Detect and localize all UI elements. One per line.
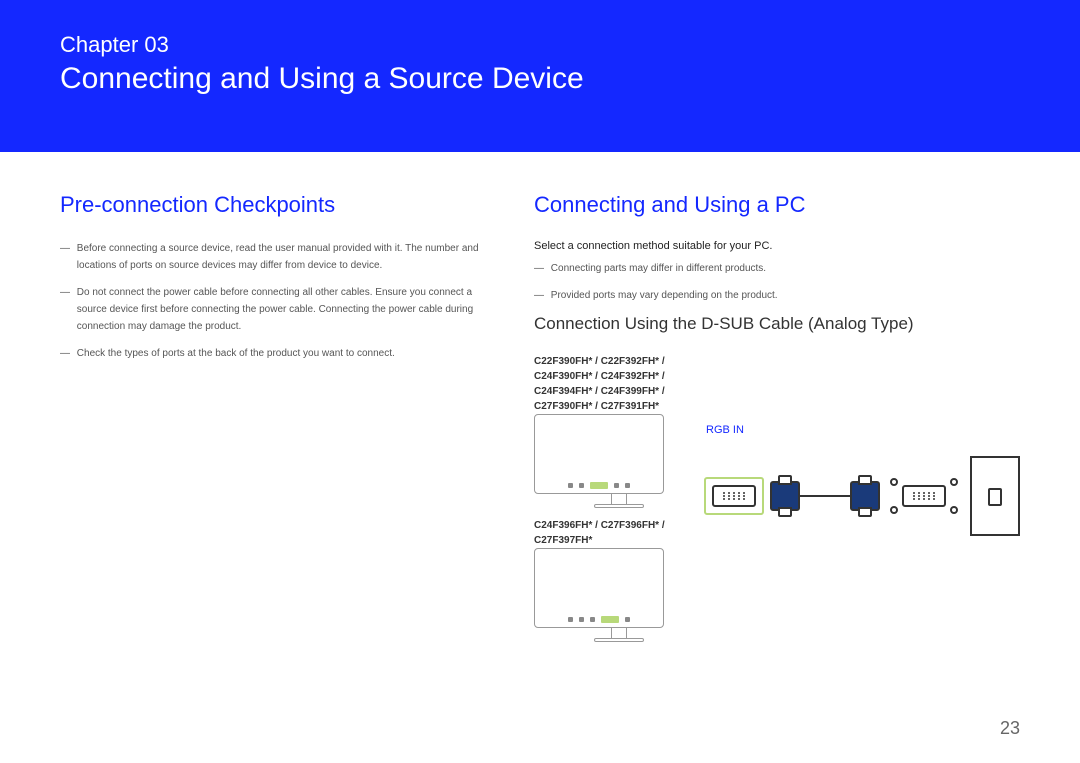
note-text: Do not connect the power cable before co… bbox=[77, 284, 501, 335]
note-item: ― Do not connect the power cable before … bbox=[60, 284, 504, 335]
cable-diagram: RGB IN bbox=[704, 424, 1020, 536]
monitor-illustration bbox=[534, 548, 704, 642]
note-text: Connecting parts may differ in different… bbox=[551, 260, 1017, 277]
pre-connection-heading: Pre-connection Checkpoints bbox=[60, 192, 504, 218]
content-area: Pre-connection Checkpoints ― Before conn… bbox=[0, 152, 1080, 652]
model-list-1: C22F390FH* / C22F392FH* / C24F390FH* / C… bbox=[534, 354, 704, 414]
dsub-plug-icon bbox=[850, 481, 880, 511]
cable-line bbox=[800, 495, 850, 497]
dash-icon: ― bbox=[60, 345, 74, 362]
highlighted-port bbox=[601, 616, 619, 623]
chapter-label: Chapter 03 bbox=[60, 32, 1020, 58]
lead-text: Select a connection method suitable for … bbox=[534, 240, 1020, 252]
rgb-port-icon bbox=[704, 477, 764, 515]
chapter-title: Connecting and Using a Source Device bbox=[60, 62, 1020, 96]
page-number: 23 bbox=[1000, 718, 1020, 739]
highlighted-port bbox=[590, 482, 608, 489]
dsub-subheading: Connection Using the D-SUB Cable (Analog… bbox=[534, 314, 1020, 334]
pc-port-icon bbox=[902, 485, 946, 507]
model-list-2: C24F396FH* / C27F396FH* / C27F397FH* bbox=[534, 518, 704, 548]
left-column: Pre-connection Checkpoints ― Before conn… bbox=[60, 192, 534, 652]
screw-icon bbox=[950, 478, 958, 514]
connecting-pc-heading: Connecting and Using a PC bbox=[534, 192, 1020, 218]
dash-icon: ― bbox=[534, 260, 548, 277]
right-column: Connecting and Using a PC Select a conne… bbox=[534, 192, 1020, 652]
note-text: Before connecting a source device, read … bbox=[77, 240, 501, 274]
dash-icon: ― bbox=[60, 240, 74, 257]
pc-illustration bbox=[970, 456, 1020, 536]
dash-icon: ― bbox=[534, 287, 548, 304]
rgb-in-label: RGB IN bbox=[706, 424, 1020, 436]
note-item: ― Connecting parts may differ in differe… bbox=[534, 260, 1020, 277]
dash-icon: ― bbox=[60, 284, 74, 301]
note-text: Provided ports may vary depending on the… bbox=[551, 287, 1017, 304]
note-item: ― Check the types of ports at the back o… bbox=[60, 345, 504, 362]
screw-icon bbox=[890, 478, 898, 514]
connection-diagram: C22F390FH* / C22F392FH* / C24F390FH* / C… bbox=[534, 354, 1020, 652]
note-item: ― Before connecting a source device, rea… bbox=[60, 240, 504, 274]
dsub-plug-icon bbox=[770, 481, 800, 511]
monitors-column: C22F390FH* / C22F392FH* / C24F390FH* / C… bbox=[534, 354, 704, 652]
note-item: ― Provided ports may vary depending on t… bbox=[534, 287, 1020, 304]
note-text: Check the types of ports at the back of … bbox=[77, 345, 501, 362]
chapter-banner: Chapter 03 Connecting and Using a Source… bbox=[0, 0, 1080, 152]
monitor-illustration bbox=[534, 414, 704, 508]
